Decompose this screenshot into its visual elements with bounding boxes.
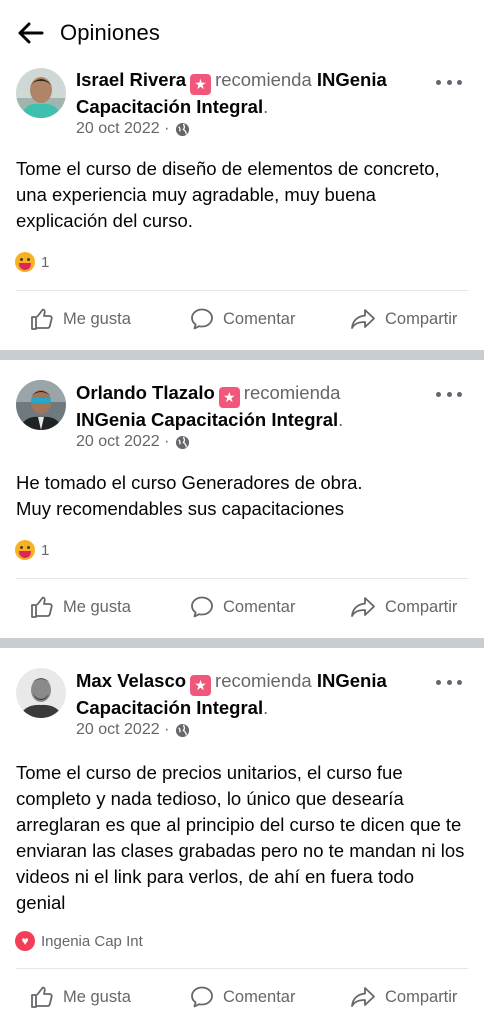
post-header-text: Orlando Tlazalo ★ recomienda INGenia Capaci… bbox=[76, 382, 344, 430]
comment-icon bbox=[191, 308, 213, 330]
post-actions: Me gusta Comentar Compartir bbox=[0, 969, 484, 1024]
share-arrow-icon bbox=[351, 309, 375, 329]
author-name[interactable]: Israel Rivera bbox=[76, 69, 186, 90]
post-header-text: Israel Rivera ★ recomienda INGenia Capacit… bbox=[76, 69, 387, 117]
share-button[interactable]: Compartir bbox=[350, 307, 457, 331]
review-post: Orlando Tlazalo ★ recomienda INGenia Capaci… bbox=[0, 360, 484, 638]
more-options-button[interactable] bbox=[436, 672, 462, 692]
reaction-count: 1 bbox=[41, 253, 50, 271]
post-header-text: Max Velasco ★ recomienda INGenia Capacitac… bbox=[76, 670, 387, 718]
thumbs-up-icon bbox=[31, 596, 53, 618]
like-button[interactable]: Me gusta bbox=[30, 985, 131, 1009]
share-arrow-icon bbox=[351, 597, 375, 617]
care-reaction-icon bbox=[15, 540, 35, 560]
author-name[interactable]: Max Velasco bbox=[76, 670, 186, 691]
share-arrow-icon bbox=[351, 987, 375, 1007]
share-button[interactable]: Compartir bbox=[350, 985, 457, 1009]
reactions-summary[interactable]: 1 bbox=[15, 540, 49, 560]
recommend-star-icon: ★ bbox=[190, 74, 212, 95]
globe-icon bbox=[176, 122, 190, 136]
author-name[interactable]: Orlando Tlazalo bbox=[76, 382, 215, 403]
thumbs-up-icon bbox=[31, 986, 53, 1008]
comment-icon bbox=[191, 596, 213, 618]
recommend-star-icon: ★ bbox=[190, 675, 212, 696]
post-text: Tome el curso de diseño de elementos de … bbox=[16, 158, 440, 231]
like-button[interactable]: Me gusta bbox=[30, 595, 131, 619]
like-button[interactable]: Me gusta bbox=[30, 307, 131, 331]
post-date[interactable]: 20 oct 2022 · bbox=[76, 433, 169, 451]
top-bar: Opiniones bbox=[0, 0, 484, 66]
post-text: He tomado el curso Generadores de obra. … bbox=[16, 472, 363, 519]
reacted-by: Ingenia Cap Int bbox=[41, 932, 143, 950]
post-meta: 20 oct 2022 · bbox=[76, 433, 190, 451]
review-post: Israel Rivera ★ recomienda INGenia Capacit… bbox=[0, 66, 484, 348]
care-reaction-icon bbox=[15, 252, 35, 272]
more-options-button[interactable] bbox=[436, 384, 462, 404]
post-meta: 20 oct 2022 · bbox=[76, 721, 190, 739]
page-title: Opiniones bbox=[60, 20, 160, 45]
comment-icon bbox=[191, 986, 213, 1008]
comment-button[interactable]: Comentar bbox=[190, 307, 295, 331]
recommend-star-icon: ★ bbox=[218, 387, 240, 408]
globe-icon bbox=[176, 435, 190, 449]
post-actions: Me gusta Comentar Compartir bbox=[0, 291, 484, 347]
reactions-summary[interactable]: 1 bbox=[15, 252, 49, 272]
globe-icon bbox=[176, 723, 190, 737]
post-separator bbox=[0, 638, 484, 648]
post-actions: Me gusta Comentar Compartir bbox=[0, 579, 484, 635]
back-button[interactable] bbox=[0, 0, 60, 66]
avatar[interactable] bbox=[16, 68, 66, 118]
share-button[interactable]: Compartir bbox=[350, 595, 457, 619]
more-options-button[interactable] bbox=[436, 72, 462, 92]
action-verb: recomienda bbox=[215, 69, 312, 90]
review-post: Max Velasco ★ recomienda INGenia Capacitac… bbox=[0, 648, 484, 1024]
avatar[interactable] bbox=[16, 380, 66, 430]
post-meta: 20 oct 2022 · bbox=[76, 120, 190, 138]
thumbs-up-icon bbox=[31, 308, 53, 330]
heart-icon: ♥ bbox=[15, 931, 35, 951]
reactions-summary[interactable]: ♥ Ingenia Cap Int bbox=[15, 931, 143, 951]
reaction-count: 1 bbox=[41, 541, 50, 559]
comment-button[interactable]: Comentar bbox=[190, 985, 295, 1009]
post-date[interactable]: 20 oct 2022 · bbox=[76, 120, 169, 138]
page-link[interactable]: INGenia Capacitación Integral bbox=[76, 409, 338, 430]
action-verb: recomienda bbox=[243, 382, 341, 403]
comment-button[interactable]: Comentar bbox=[190, 595, 295, 619]
back-arrow-icon bbox=[18, 22, 44, 44]
avatar[interactable] bbox=[16, 668, 66, 718]
post-separator bbox=[0, 350, 484, 360]
action-verb: recomienda bbox=[215, 670, 312, 691]
post-date[interactable]: 20 oct 2022 · bbox=[76, 721, 169, 739]
post-text: Tome el curso de precios unitarios, el c… bbox=[16, 762, 465, 913]
